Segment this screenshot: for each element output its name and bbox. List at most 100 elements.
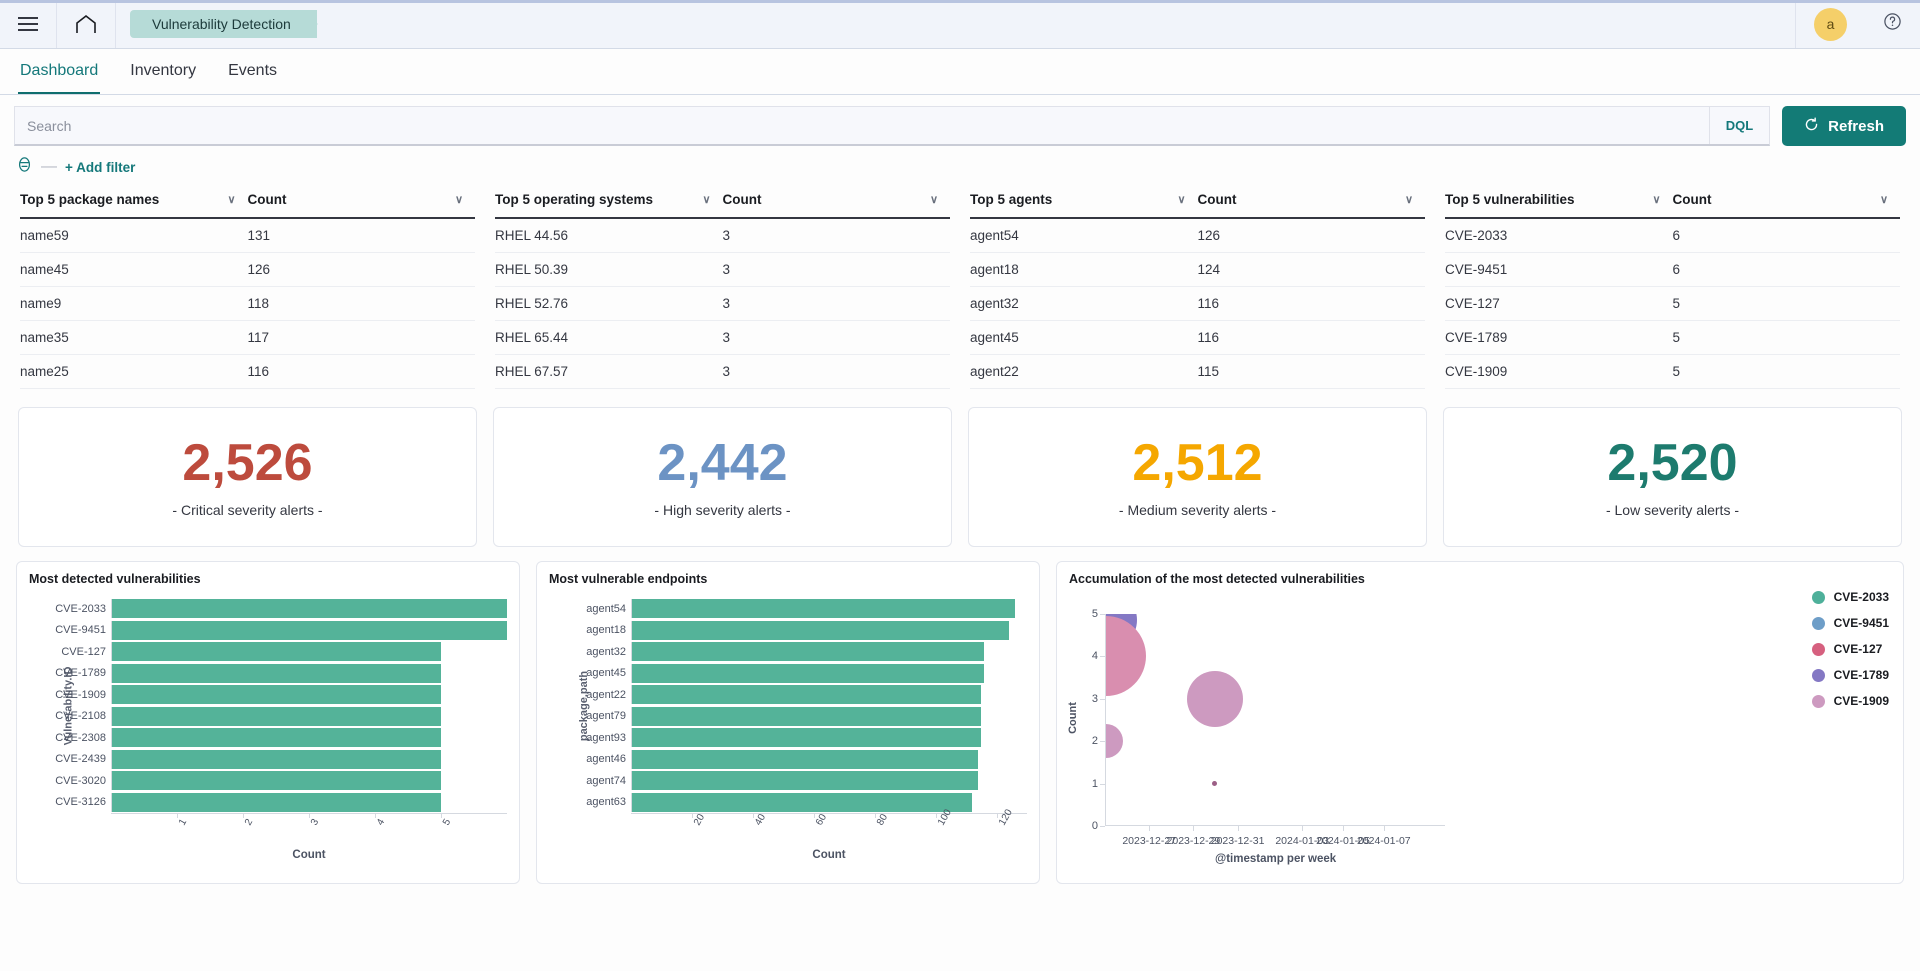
- column-header[interactable]: Top 5 vulnerabilities ∨: [1445, 192, 1673, 207]
- bar-row[interactable]: CVE-1909: [43, 684, 507, 706]
- hamburger-icon[interactable]: [18, 17, 38, 31]
- table-row[interactable]: RHEL 67.57 3: [495, 355, 950, 389]
- table-row[interactable]: agent54 126: [970, 219, 1425, 253]
- chevron-down-icon[interactable]: ∨: [1880, 193, 1888, 206]
- search-input[interactable]: [15, 117, 1709, 134]
- chevron-down-icon[interactable]: ∨: [455, 193, 463, 206]
- chevron-down-icon[interactable]: ∨: [1652, 193, 1660, 206]
- table-row[interactable]: name45 126: [20, 253, 475, 287]
- tab-inventory[interactable]: Inventory: [128, 49, 198, 94]
- bar[interactable]: [112, 642, 442, 662]
- bar[interactable]: [112, 728, 442, 748]
- table-row[interactable]: CVE-1789 5: [1445, 321, 1900, 355]
- bar-row[interactable]: agent74: [563, 770, 1027, 792]
- filter-list-icon[interactable]: [16, 156, 33, 178]
- bar[interactable]: [112, 792, 442, 812]
- bar[interactable]: [632, 728, 982, 748]
- table-row[interactable]: agent22 115: [970, 355, 1425, 389]
- bar-row[interactable]: CVE-2308: [43, 727, 507, 749]
- bar[interactable]: [112, 620, 507, 640]
- avatar[interactable]: a: [1814, 7, 1847, 41]
- bar-row[interactable]: agent46: [563, 749, 1027, 771]
- bar[interactable]: [112, 599, 507, 619]
- add-filter-button[interactable]: + Add filter: [65, 160, 135, 175]
- table-row[interactable]: name35 117: [20, 321, 475, 355]
- bar[interactable]: [632, 749, 979, 769]
- bar-row[interactable]: CVE-3020: [43, 770, 507, 792]
- column-header[interactable]: Count ∨: [248, 192, 476, 207]
- bubble-point[interactable]: [1186, 670, 1243, 727]
- table-row[interactable]: agent18 124: [970, 253, 1425, 287]
- bar-row[interactable]: CVE-127: [43, 641, 507, 663]
- chevron-down-icon[interactable]: ∨: [702, 193, 710, 206]
- bar[interactable]: [632, 771, 979, 791]
- table-row[interactable]: agent32 116: [970, 287, 1425, 321]
- table-row[interactable]: name25 116: [20, 355, 475, 389]
- column-header[interactable]: Count ∨: [1198, 192, 1426, 207]
- table-row[interactable]: CVE-1909 5: [1445, 355, 1900, 389]
- bar-row[interactable]: agent32: [563, 641, 1027, 663]
- breadcrumb-item-vulnerability-detection[interactable]: Vulnerability Detection: [130, 9, 317, 39]
- chevron-down-icon[interactable]: ∨: [1177, 193, 1185, 206]
- table-row[interactable]: name59 131: [20, 219, 475, 253]
- table-row[interactable]: RHEL 52.76 3: [495, 287, 950, 321]
- dql-toggle[interactable]: DQL: [1708, 107, 1769, 144]
- column-header[interactable]: Top 5 operating systems ∨: [495, 192, 723, 207]
- column-header-label: Top 5 operating systems: [495, 192, 654, 207]
- help-button[interactable]: [1865, 0, 1920, 48]
- column-header[interactable]: Top 5 package names ∨: [20, 192, 248, 207]
- bar-row[interactable]: CVE-9451: [43, 620, 507, 642]
- bar[interactable]: [112, 706, 442, 726]
- bubble-point[interactable]: [1212, 781, 1218, 787]
- table-row[interactable]: RHEL 50.39 3: [495, 253, 950, 287]
- bar[interactable]: [632, 706, 982, 726]
- bar-row[interactable]: agent63: [563, 792, 1027, 814]
- bar[interactable]: [632, 685, 982, 705]
- bar[interactable]: [112, 663, 442, 683]
- table-row[interactable]: CVE-127 5: [1445, 287, 1900, 321]
- table-cell-name: CVE-1909: [1445, 364, 1508, 379]
- tab-dashboard[interactable]: Dashboard: [18, 49, 101, 94]
- bar[interactable]: [112, 771, 442, 791]
- home-icon[interactable]: [75, 14, 97, 34]
- table-row[interactable]: CVE-9451 6: [1445, 253, 1900, 287]
- bar-row[interactable]: agent54: [563, 598, 1027, 620]
- bar-row[interactable]: CVE-2033: [43, 598, 507, 620]
- bubble-point[interactable]: [1106, 724, 1123, 759]
- table-row[interactable]: RHEL 44.56 3: [495, 219, 950, 253]
- chevron-down-icon[interactable]: ∨: [1405, 193, 1413, 206]
- bar-row[interactable]: agent45: [563, 663, 1027, 685]
- column-header[interactable]: Count ∨: [723, 192, 951, 207]
- search-bar[interactable]: DQL: [14, 106, 1771, 146]
- help-circle-icon[interactable]: [1883, 12, 1902, 36]
- bar[interactable]: [632, 642, 985, 662]
- bar-row[interactable]: agent18: [563, 620, 1027, 642]
- tab-events[interactable]: Events: [226, 49, 279, 94]
- bar-row[interactable]: CVE-1789: [43, 663, 507, 685]
- column-header[interactable]: Top 5 agents ∨: [970, 192, 1198, 207]
- menu-button[interactable]: [0, 0, 57, 48]
- table-row[interactable]: name9 118: [20, 287, 475, 321]
- bar-row[interactable]: agent22: [563, 684, 1027, 706]
- bar[interactable]: [112, 685, 442, 705]
- bar-row[interactable]: CVE-3126: [43, 792, 507, 814]
- bar[interactable]: [632, 620, 1009, 640]
- bubble-point[interactable]: [1106, 616, 1146, 697]
- bar-row[interactable]: CVE-2439: [43, 749, 507, 771]
- bar-row[interactable]: CVE-2108: [43, 706, 507, 728]
- bar[interactable]: [632, 792, 973, 812]
- home-button[interactable]: [57, 0, 116, 48]
- table-row[interactable]: agent45 116: [970, 321, 1425, 355]
- chevron-down-icon[interactable]: ∨: [930, 193, 938, 206]
- refresh-button[interactable]: Refresh: [1782, 106, 1906, 146]
- table-row[interactable]: RHEL 65.44 3: [495, 321, 950, 355]
- bar[interactable]: [112, 749, 442, 769]
- bar-row[interactable]: agent79: [563, 706, 1027, 728]
- bar[interactable]: [632, 599, 1015, 619]
- user-menu-button[interactable]: a: [1795, 0, 1865, 48]
- bar[interactable]: [632, 663, 985, 683]
- column-header[interactable]: Count ∨: [1673, 192, 1901, 207]
- table-row[interactable]: CVE-2033 6: [1445, 219, 1900, 253]
- bar-row[interactable]: agent93: [563, 727, 1027, 749]
- chevron-down-icon[interactable]: ∨: [227, 193, 235, 206]
